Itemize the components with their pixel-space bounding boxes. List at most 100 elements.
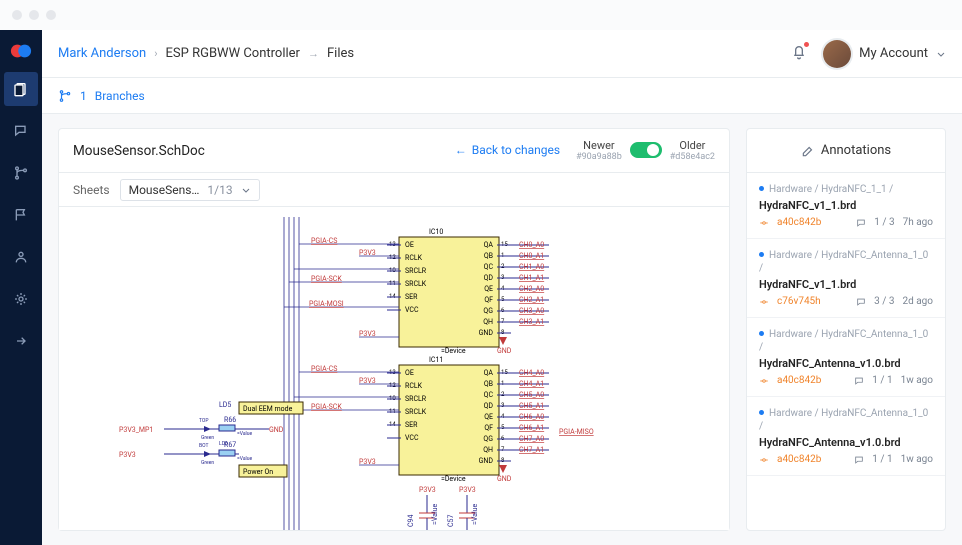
older-label: Older <box>670 139 715 152</box>
app-logo-icon[interactable] <box>8 38 34 64</box>
arrow-left-icon: ← <box>455 143 467 157</box>
sidebar-nav <box>0 30 42 545</box>
annotation-commit[interactable]: a40c842b <box>777 375 821 386</box>
svg-text:SRCLK: SRCLK <box>405 408 427 416</box>
svg-text:QF: QF <box>484 424 493 432</box>
annotation-time: 1w ago <box>901 375 933 386</box>
annotation-commit[interactable]: a40c842b <box>777 217 821 228</box>
svg-text:QE: QE <box>484 285 493 293</box>
annotation-file: HydraNFC_Antenna_v1.0.brd <box>759 436 933 449</box>
nav-flag-icon[interactable] <box>4 198 38 232</box>
annotations-panel: Annotations Hardware / HydraNFC_1_1 / Hy… <box>746 128 946 531</box>
traffic-red-icon[interactable] <box>12 10 22 20</box>
svg-text:BOT: BOT <box>199 443 208 449</box>
traffic-yellow-icon[interactable] <box>29 10 39 20</box>
device-label: =Device <box>441 347 466 355</box>
annotation-item[interactable]: Hardware / HydraNFC_Antenna_1_0 / HydraN… <box>747 397 945 476</box>
svg-text:CH1_A0: CH1_A0 <box>519 263 544 271</box>
device-label: =Device <box>441 475 466 483</box>
svg-text:QB: QB <box>484 252 493 260</box>
svg-text:RCLK: RCLK <box>405 382 423 390</box>
svg-text:VCC: VCC <box>405 434 419 442</box>
svg-text:CH5_A1: CH5_A1 <box>519 402 544 410</box>
svg-text:P3V3: P3V3 <box>359 249 376 257</box>
svg-text:QA: QA <box>484 241 494 249</box>
svg-text:PGIA-SCK: PGIA-SCK <box>311 403 342 411</box>
chevron-right-icon: › <box>154 47 157 60</box>
nav-files-icon[interactable] <box>4 72 38 106</box>
svg-text:CH1_A1: CH1_A1 <box>519 274 544 282</box>
back-to-changes-link[interactable]: ← Back to changes <box>455 143 560 157</box>
svg-text:CH7_A1: CH7_A1 <box>519 446 544 454</box>
branch-icon <box>58 89 72 103</box>
svg-text:QB: QB <box>484 380 493 388</box>
svg-text:GND: GND <box>497 475 512 483</box>
svg-text:SRCLR: SRCLR <box>405 395 427 403</box>
svg-text:LD6: LD6 <box>219 441 228 447</box>
svg-text:CH4_A0: CH4_A0 <box>519 369 544 377</box>
svg-text:PGIA-SCK: PGIA-SCK <box>311 275 342 283</box>
edit-icon <box>801 144 815 158</box>
svg-text:GND: GND <box>269 426 284 434</box>
version-toggle[interactable] <box>630 142 662 158</box>
annotation-file: HydraNFC_v1_1.brd <box>759 278 933 291</box>
svg-text:PGIA-MISO: PGIA-MISO <box>559 428 594 436</box>
annotation-commit[interactable]: a40c842b <box>777 454 821 465</box>
account-menu[interactable]: My Account <box>823 40 946 68</box>
annotation-file: HydraNFC_Antenna_v1.0.brd <box>759 357 933 370</box>
topbar: Mark Anderson › ESP RGBWW Controller → F… <box>42 30 962 78</box>
annotation-path: Hardware / HydraNFC_Antenna_1_0 / <box>759 249 933 275</box>
svg-text:QC: QC <box>484 263 494 271</box>
svg-text:RCLK: RCLK <box>405 254 423 262</box>
svg-text:=Value: =Value <box>431 503 439 525</box>
nav-settings-icon[interactable] <box>4 282 38 316</box>
svg-text:GND: GND <box>497 347 512 355</box>
svg-text:LD5: LD5 <box>219 401 231 409</box>
svg-text:QD: QD <box>484 402 494 410</box>
commit-icon <box>759 455 769 465</box>
svg-text:PGIA-CS: PGIA-CS <box>311 365 337 373</box>
annotation-time: 1w ago <box>901 454 933 465</box>
sheet-selector[interactable]: MouseSens… 1/13 <box>120 179 260 201</box>
branches-bar[interactable]: 1 Branches <box>42 78 962 114</box>
annotation-item[interactable]: Hardware / HydraNFC_Antenna_1_0 / HydraN… <box>747 239 945 318</box>
breadcrumb-page: Files <box>327 46 354 61</box>
svg-text:SRCLR: SRCLR <box>405 267 427 275</box>
breadcrumb-project[interactable]: ESP RGBWW Controller <box>166 46 300 61</box>
svg-text:CH7_A0: CH7_A0 <box>519 435 544 443</box>
chevron-down-icon <box>936 49 946 59</box>
schematic-canvas[interactable]: IC10 =Device OE13RCLK12SRCLR10SRCLK11SER… <box>59 207 729 530</box>
sheet-name: MouseSens… <box>129 183 200 197</box>
svg-text:QD: QD <box>484 274 494 282</box>
svg-text:QE: QE <box>484 413 493 421</box>
svg-text:QF: QF <box>484 296 493 304</box>
annotation-count: 3 / 3 <box>874 296 894 307</box>
svg-text:CH2_A1: CH2_A1 <box>519 296 544 304</box>
notifications-button[interactable] <box>791 44 807 64</box>
annotations-title: Annotations <box>821 143 891 158</box>
svg-text:OE: OE <box>405 241 414 249</box>
svg-text:CH0_A1: CH0_A1 <box>519 252 544 260</box>
svg-text:PGIA-CS: PGIA-CS <box>311 237 337 245</box>
svg-text:Dual EEM mode: Dual EEM mode <box>243 405 293 413</box>
annotation-item[interactable]: Hardware / HydraNFC_Antenna_1_0 / HydraN… <box>747 318 945 397</box>
svg-text:CH3_A1: CH3_A1 <box>519 318 544 326</box>
annotation-commit[interactable]: c76v745h <box>777 296 821 307</box>
sheet-count: 1/13 <box>207 183 232 197</box>
traffic-green-icon[interactable] <box>46 10 56 20</box>
annotation-item[interactable]: Hardware / HydraNFC_1_1 / HydraNFC_v1_1.… <box>747 173 945 239</box>
svg-text:P3V3: P3V3 <box>359 458 376 466</box>
nav-branches-icon[interactable] <box>4 156 38 190</box>
annotation-file: HydraNFC_v1_1.brd <box>759 199 933 212</box>
nav-chat-icon[interactable] <box>4 114 38 148</box>
annotation-count: 1 / 1 <box>872 454 892 465</box>
nav-people-icon[interactable] <box>4 240 38 274</box>
commit-icon <box>759 376 769 386</box>
breadcrumb-user[interactable]: Mark Anderson <box>58 46 146 61</box>
svg-text:QA: QA <box>484 369 494 377</box>
svg-text:QH: QH <box>483 318 493 326</box>
newer-hash: #90a9a88b <box>576 152 622 163</box>
svg-text:Green: Green <box>201 435 214 441</box>
svg-text:SER: SER <box>405 293 418 301</box>
nav-collapse-icon[interactable] <box>4 324 38 358</box>
